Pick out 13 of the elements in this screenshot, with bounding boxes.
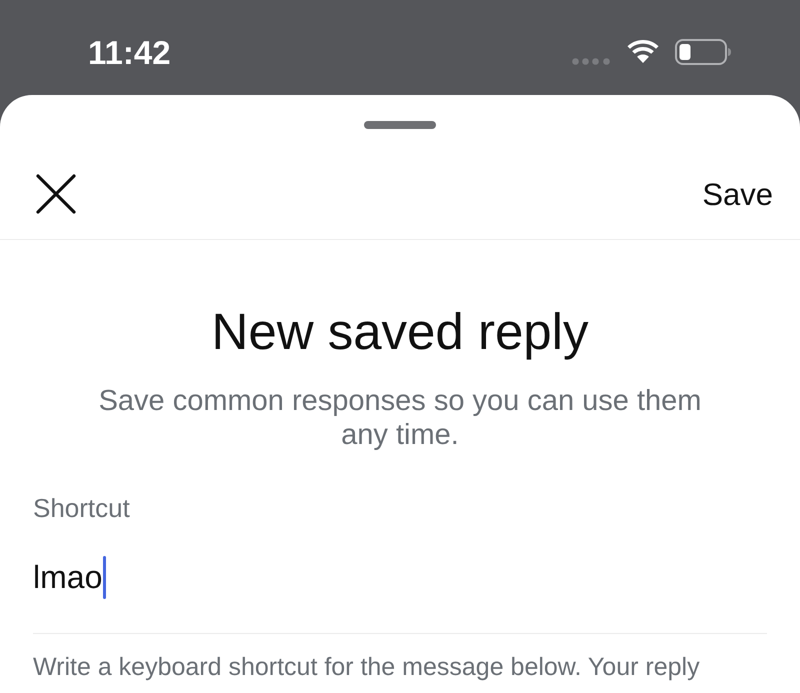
battery-icon [675,39,731,65]
signal-dots-icon [572,58,610,64]
sheet-title: New saved reply [212,304,588,360]
help-text: Write a keyboard shortcut for the message below. Your reply [33,652,700,682]
close-button[interactable] [36,174,76,214]
save-button[interactable]: Save [702,178,773,210]
status-time: 11:42 [88,36,171,68]
drag-handle[interactable] [364,121,436,129]
wifi-icon [626,40,660,64]
sheet-subtitle: Save common responses so you can use them any time. [98,384,702,452]
close-icon [36,174,76,214]
shortcut-field[interactable]: lmao [33,523,767,634]
shortcut-label: Shortcut [33,493,130,523]
